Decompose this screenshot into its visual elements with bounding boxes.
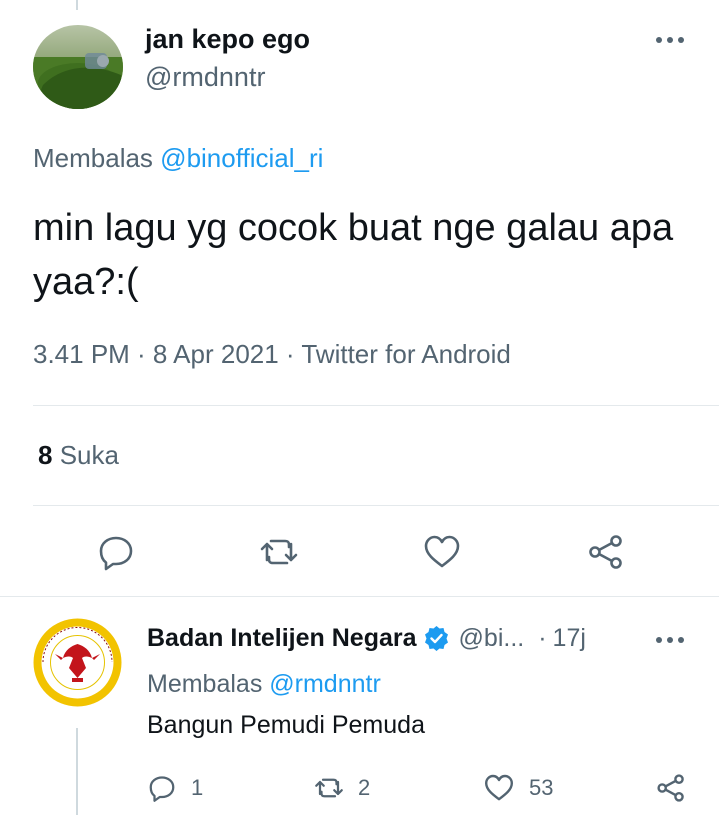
retweet-icon — [315, 778, 343, 798]
reply-to-mention[interactable]: @binofficial_ri — [160, 143, 323, 173]
reply-prefix: Membalas — [33, 143, 153, 173]
more-icon — [656, 37, 684, 43]
time-separator: · — [538, 623, 547, 652]
divider — [33, 505, 719, 506]
like-count: 53 — [529, 775, 554, 800]
author-avatar[interactable] — [33, 25, 123, 109]
retweet-count: 2 — [358, 775, 371, 800]
share-icon — [657, 774, 684, 802]
reply-timestamp[interactable]: 17j — [553, 624, 586, 653]
thread-line-bottom — [76, 728, 78, 815]
like-button[interactable] — [422, 532, 462, 572]
reply-author-handle[interactable]: @bi... — [459, 624, 525, 653]
reply-prefix: Membalas — [147, 670, 263, 698]
reply-more-options-button[interactable] — [650, 630, 690, 650]
author-name[interactable]: jan kepo ego — [145, 24, 310, 55]
more-icon — [656, 637, 684, 643]
share-icon — [589, 535, 622, 569]
tweet-text: min lagu yg cocok buat nge galau apa yaa… — [33, 207, 674, 303]
more-options-button[interactable] — [650, 27, 690, 53]
like-icon — [424, 535, 460, 568]
share-button[interactable] — [586, 532, 626, 572]
reply-context: Membalas @binofficial_ri — [33, 143, 323, 174]
reply-button[interactable] — [96, 532, 136, 572]
reply-icon — [149, 776, 175, 802]
reply-header: Badan Intelijen Negara @bi... · 17j — [147, 621, 586, 655]
verified-badge-icon — [423, 625, 450, 652]
reply-to-mention[interactable]: @rmdnntr — [269, 670, 381, 698]
reply-author-avatar[interactable] — [33, 618, 122, 707]
section-divider — [0, 596, 719, 597]
author-handle[interactable]: @rmdnntr — [145, 62, 265, 93]
reply-like-button[interactable]: 53 — [483, 771, 553, 805]
reply-reply-button[interactable]: 1 — [147, 771, 203, 805]
reply-context: Membalas @rmdnntr — [147, 670, 381, 699]
reply-text: Bangun Pemudi Pemuda — [147, 711, 425, 739]
like-icon — [485, 774, 513, 801]
reply-count: 1 — [191, 775, 204, 800]
likes-label: Suka — [59, 440, 119, 470]
thread-line-top — [76, 0, 78, 10]
retweet-button[interactable] — [259, 532, 299, 572]
divider — [33, 405, 719, 406]
tweet-meta: 3.41 PM · 8 Apr 2021 · Twitter for Andro… — [33, 339, 511, 369]
likes-row[interactable]: 8 Suka — [38, 440, 119, 471]
reply-icon — [99, 536, 133, 571]
reply-retweet-button[interactable]: 2 — [314, 771, 370, 805]
likes-count: 8 — [38, 440, 53, 470]
retweet-icon — [260, 539, 298, 565]
reply-author-name[interactable]: Badan Intelijen Negara — [147, 624, 417, 653]
reply-share-button[interactable] — [655, 771, 687, 805]
